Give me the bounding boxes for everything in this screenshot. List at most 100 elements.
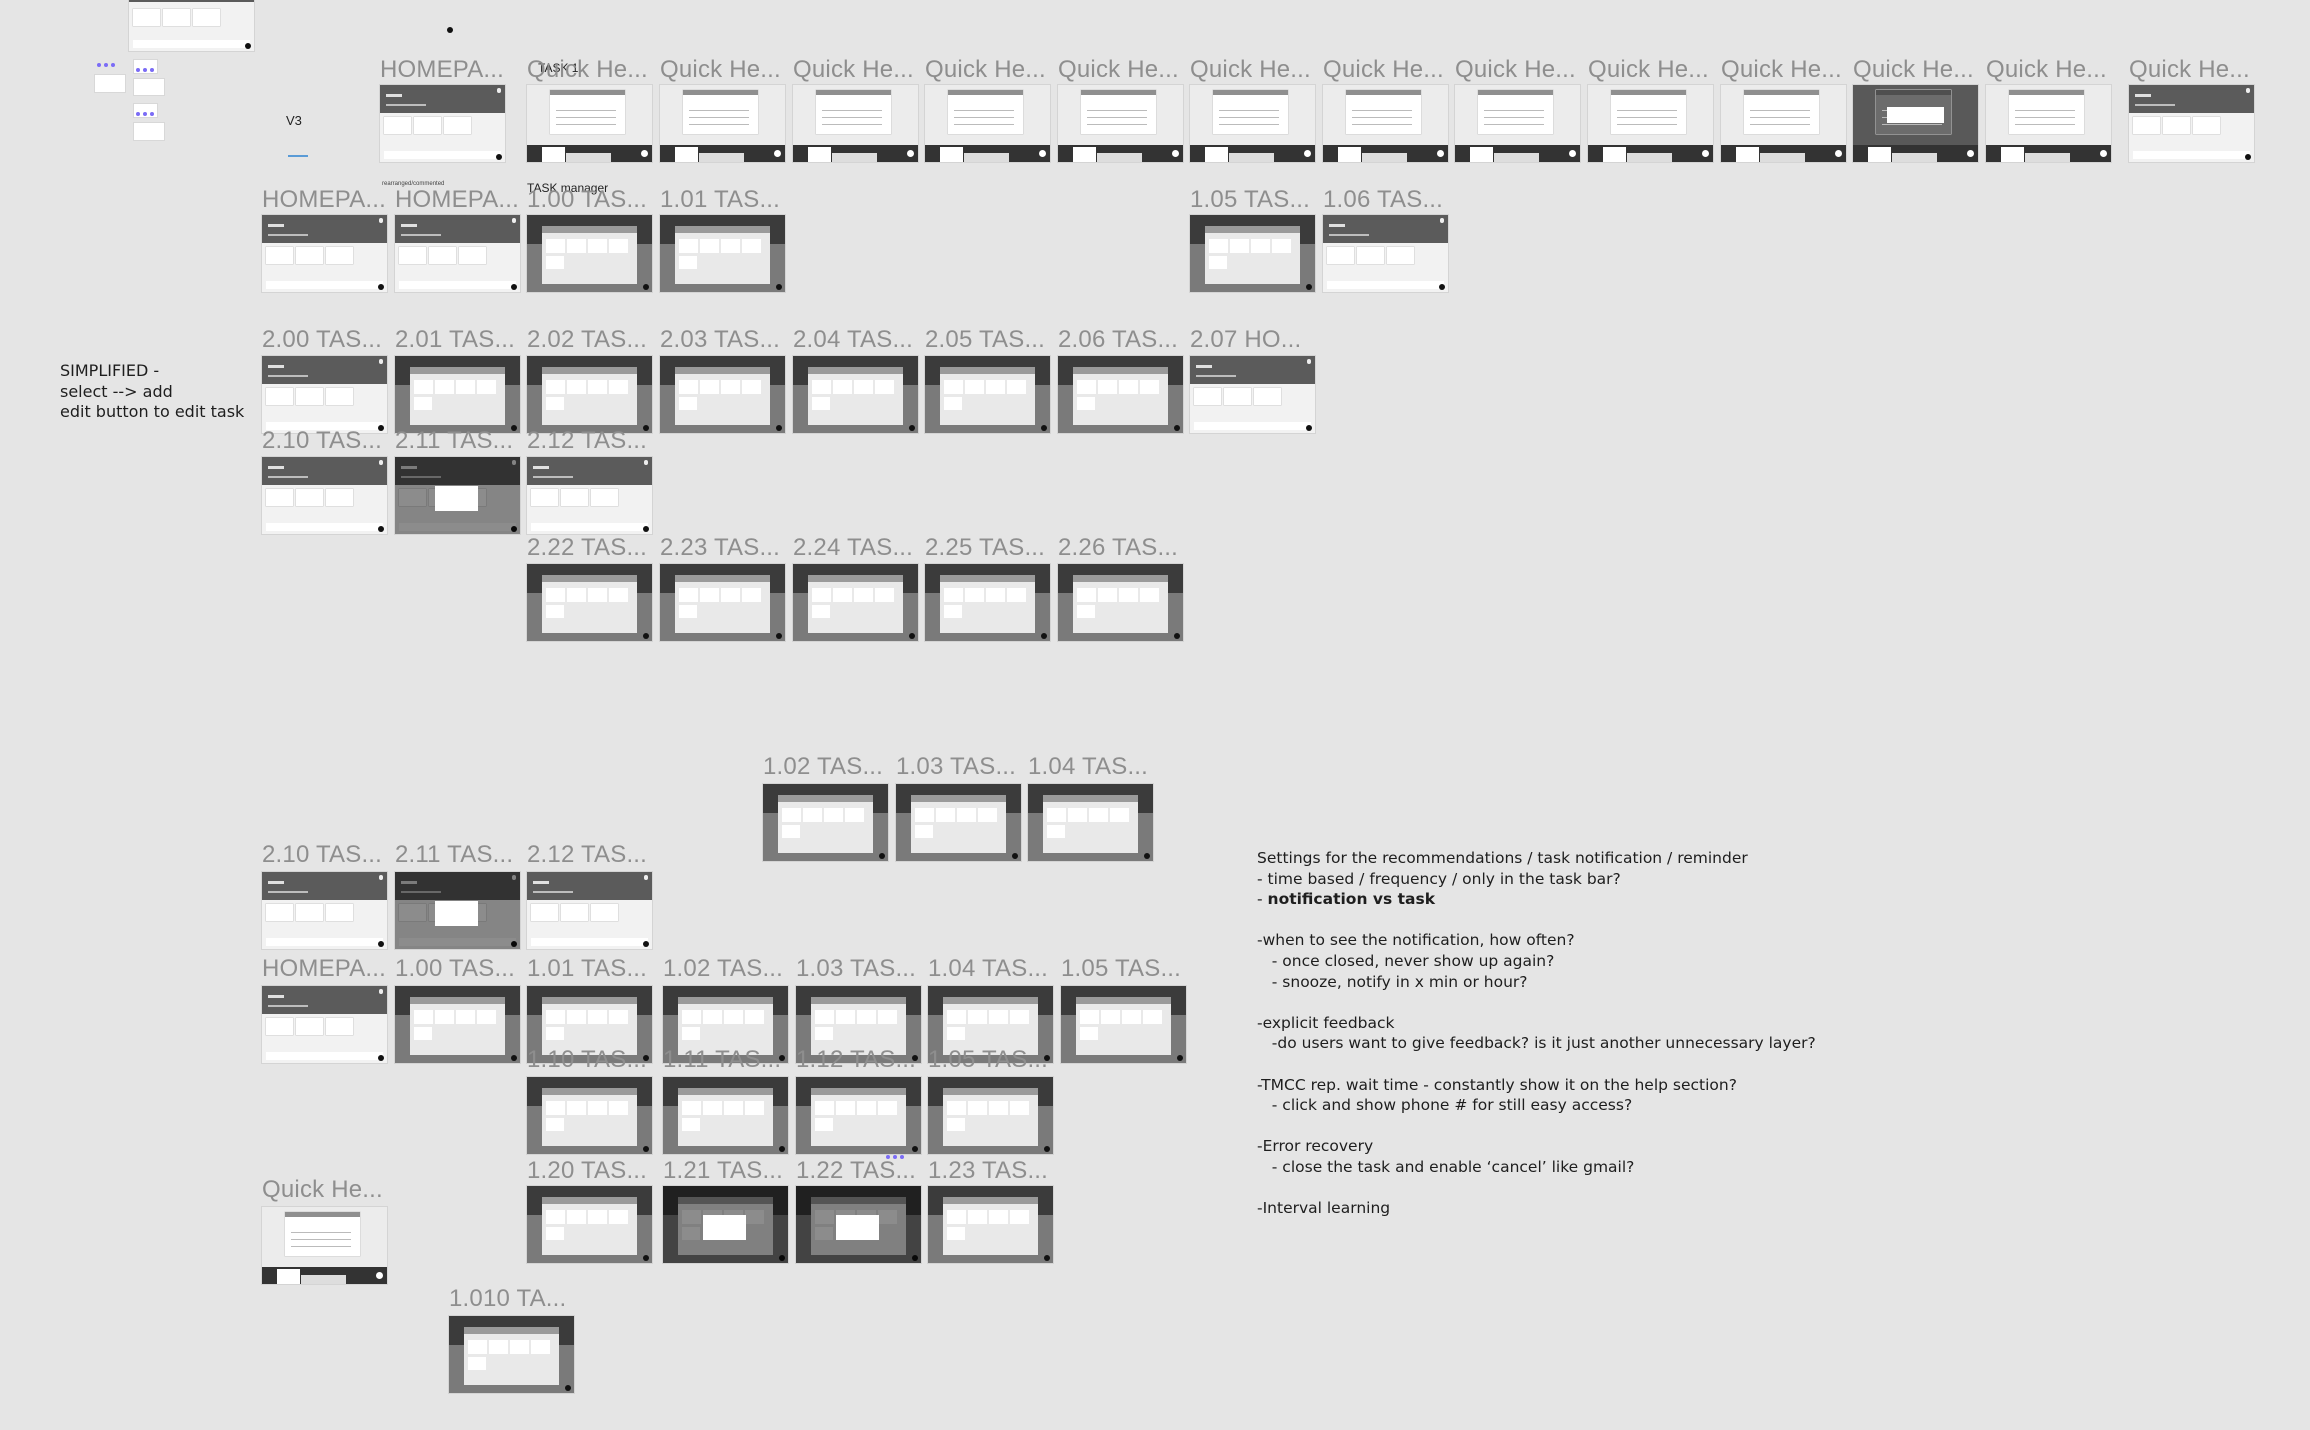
frame-title[interactable]: 2.11 TAS...	[395, 427, 513, 455]
frame-task-manager[interactable]	[395, 986, 520, 1063]
frame-title[interactable]: Quick He...	[1190, 56, 1311, 84]
frame-title[interactable]: 2.24 TAS...	[793, 534, 913, 562]
frame-task-manager[interactable]	[793, 356, 918, 433]
frame-title[interactable]: 2.23 TAS...	[660, 534, 780, 562]
frame-title[interactable]: 1.00 TAS...	[395, 955, 515, 983]
comment-indicator-icon[interactable]	[97, 63, 115, 67]
frame-task-manager[interactable]	[928, 1077, 1053, 1154]
frame-quick-help[interactable]	[1058, 85, 1183, 162]
mini-card[interactable]	[95, 75, 125, 92]
frame-title[interactable]: 1.010 TA...	[449, 1285, 566, 1313]
frame-title[interactable]: 1.20 TAS...	[527, 1157, 647, 1185]
frame-title[interactable]: Quick He...	[1853, 56, 1974, 84]
frame-title[interactable]: 1.02 TAS...	[663, 955, 783, 983]
frame-task-manager[interactable]	[1058, 564, 1183, 641]
frame-task-manager[interactable]	[796, 1186, 921, 1263]
frame-task-manager[interactable]	[925, 356, 1050, 433]
frame-quick-help[interactable]	[925, 85, 1050, 162]
frame-task-manager[interactable]	[796, 1077, 921, 1154]
frame-homepage[interactable]	[527, 872, 652, 949]
frame-title[interactable]: HOMEPA...	[395, 186, 519, 214]
frame-title[interactable]: 1.12 TAS...	[796, 1046, 916, 1074]
frame-title[interactable]: Quick He...	[1721, 56, 1842, 84]
frame-task-manager[interactable]	[395, 356, 520, 433]
frame-quick-help[interactable]	[1455, 85, 1580, 162]
frame-quick-help[interactable]	[660, 85, 785, 162]
frame-title[interactable]: Quick He...	[793, 56, 914, 84]
frame-homepage[interactable]	[1190, 356, 1315, 433]
mini-card[interactable]	[134, 123, 164, 140]
frame-title[interactable]: 2.05 TAS...	[925, 326, 1045, 354]
frame-homepage[interactable]	[380, 85, 505, 162]
frame-task-manager[interactable]	[527, 1186, 652, 1263]
frame-task-manager[interactable]	[527, 356, 652, 433]
frame-title[interactable]: 1.22 TAS...	[796, 1157, 916, 1185]
frame-task-manager[interactable]	[527, 564, 652, 641]
frame-title[interactable]: Quick He...	[2129, 56, 2250, 84]
frame-task-manager[interactable]	[763, 784, 888, 861]
frame-title[interactable]: 2.26 TAS...	[1058, 534, 1178, 562]
frame-title[interactable]: 1.03 TAS...	[796, 955, 916, 983]
frame-title[interactable]: Quick He...	[527, 56, 648, 84]
frame-homepage[interactable]	[262, 457, 387, 534]
frame-task-manager[interactable]	[663, 1186, 788, 1263]
frame-title[interactable]: 1.11 TAS...	[663, 1046, 781, 1074]
frame-homepage[interactable]	[395, 872, 520, 949]
frame-task-manager[interactable]	[660, 356, 785, 433]
frame-task-manager[interactable]	[793, 564, 918, 641]
comment-indicator-icon[interactable]	[136, 68, 154, 72]
frame-task-manager[interactable]	[925, 564, 1050, 641]
frame-title[interactable]: 1.21 TAS...	[663, 1157, 783, 1185]
frame-title[interactable]: 1.01 TAS...	[527, 955, 647, 983]
frame-quick-help[interactable]	[527, 85, 652, 162]
frame-homepage[interactable]	[2129, 85, 2254, 162]
frame-homepage[interactable]	[527, 457, 652, 534]
frame-homepage[interactable]	[1323, 215, 1448, 292]
frame-task-manager[interactable]	[1190, 215, 1315, 292]
frame-task-manager[interactable]	[1061, 986, 1186, 1063]
frame-task-manager[interactable]	[1058, 356, 1183, 433]
frame-title[interactable]: 2.25 TAS...	[925, 534, 1045, 562]
frame-title[interactable]: 1.05 TAS...	[928, 1046, 1048, 1074]
frame-title[interactable]: 2.01 TAS...	[395, 326, 515, 354]
frame-title[interactable]: HOMEPA...	[380, 56, 504, 84]
frame-title[interactable]: 2.04 TAS...	[793, 326, 913, 354]
frame-title[interactable]: 1.05 TAS...	[1061, 955, 1181, 983]
frame-title[interactable]: 1.05 TAS...	[1190, 186, 1310, 214]
frame-title[interactable]: 2.11 TAS...	[395, 841, 513, 869]
frame-task-manager[interactable]	[660, 215, 785, 292]
frame-quick-help[interactable]	[1853, 85, 1978, 162]
frame-task-manager[interactable]	[663, 1077, 788, 1154]
frame-title[interactable]: 2.12 TAS...	[527, 427, 647, 455]
frame-title[interactable]: 1.02 TAS...	[763, 753, 883, 781]
frame-title[interactable]: Quick He...	[1588, 56, 1709, 84]
frame-homepage[interactable]	[395, 215, 520, 292]
frame-homepage[interactable]	[395, 457, 520, 534]
frame-title[interactable]: Quick He...	[262, 1176, 383, 1204]
frame-title[interactable]: 2.10 TAS...	[262, 841, 382, 869]
mini-card[interactable]	[134, 79, 164, 95]
frame-task-manager[interactable]	[896, 784, 1021, 861]
frame-homepage[interactable]	[262, 986, 387, 1063]
frame-title[interactable]: 2.02 TAS...	[527, 326, 647, 354]
frame-quick-help[interactable]	[793, 85, 918, 162]
frame-title[interactable]: 2.00 TAS...	[262, 326, 382, 354]
frame-title[interactable]: 1.00 TAS...	[527, 186, 647, 214]
frame-title[interactable]: 2.12 TAS...	[527, 841, 647, 869]
frame-title[interactable]: HOMEPA...	[262, 186, 386, 214]
frame-task-manager[interactable]	[660, 564, 785, 641]
frame-quick-help[interactable]	[1190, 85, 1315, 162]
comment-indicator-icon[interactable]	[886, 1155, 904, 1159]
frame-task-manager[interactable]	[527, 1077, 652, 1154]
link-marker[interactable]	[288, 155, 308, 157]
frame-title[interactable]: 1.23 TAS...	[928, 1157, 1048, 1185]
frame-title[interactable]: HOMEPA...	[262, 955, 386, 983]
frame-title[interactable]: 1.03 TAS...	[896, 753, 1016, 781]
frame-task-manager[interactable]	[1028, 784, 1153, 861]
frame-title[interactable]: 1.04 TAS...	[928, 955, 1048, 983]
frame-title[interactable]: Quick He...	[925, 56, 1046, 84]
frame-task-manager[interactable]	[449, 1316, 574, 1393]
frame-title[interactable]: 2.10 TAS...	[262, 427, 382, 455]
frame-title[interactable]: 1.04 TAS...	[1028, 753, 1148, 781]
frame-title[interactable]: 1.10 TAS...	[527, 1046, 647, 1074]
